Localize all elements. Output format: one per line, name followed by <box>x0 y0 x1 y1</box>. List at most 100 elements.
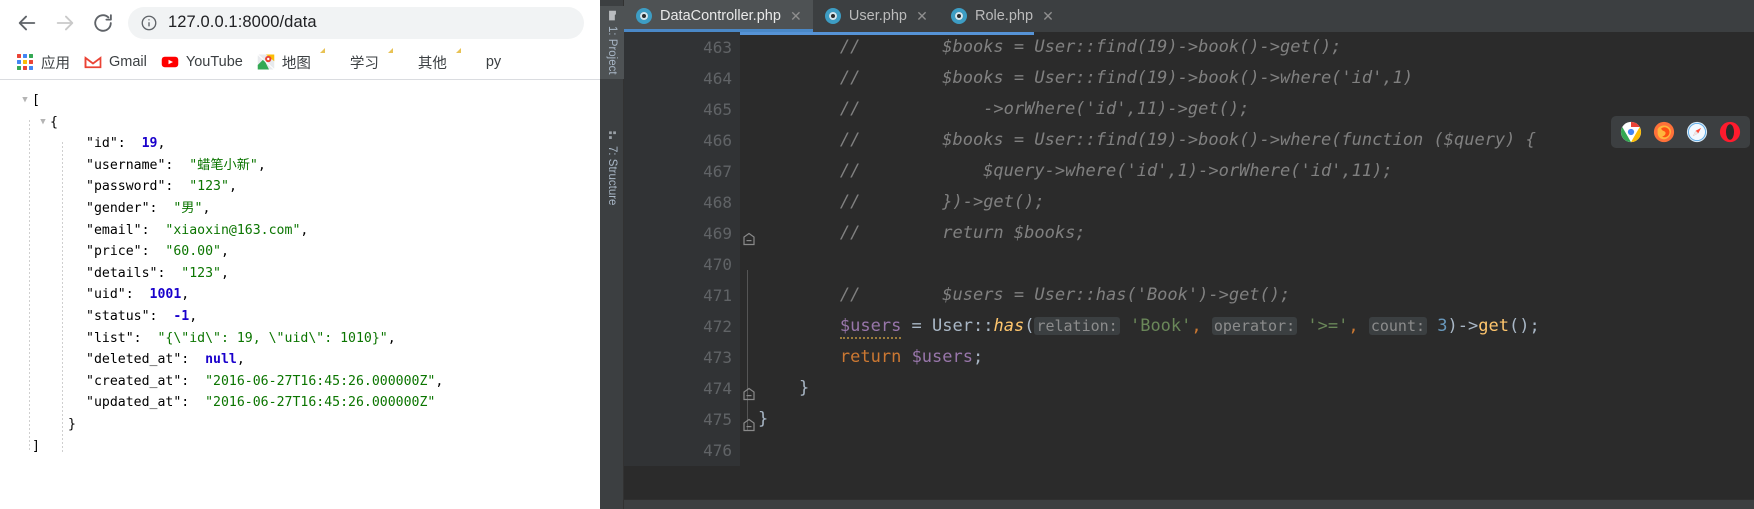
json-line-open-object: ▼ { <box>18 112 600 134</box>
json-separator: : <box>133 330 158 346</box>
code-line-text <box>740 249 1754 280</box>
safari-icon[interactable] <box>1686 121 1708 143</box>
tab-close-icon[interactable]: ✕ <box>789 9 803 23</box>
json-value: "{\"id\": 19, \"uid\": 1010}" <box>157 330 388 346</box>
firefox-icon[interactable] <box>1653 121 1675 143</box>
bookmark-label: py <box>485 54 502 70</box>
json-value: "蜡笔小新" <box>189 157 258 173</box>
collapse-caret-array[interactable]: ▼ <box>18 90 32 112</box>
code-line: 464 // $books = User::find(19)->book()->… <box>624 63 1754 94</box>
line-number[interactable]: 476 <box>624 435 740 466</box>
json-comma: , <box>202 200 211 216</box>
code-token: return <box>839 347 902 367</box>
address-bar[interactable]: 127.0.0.1:8000/data <box>128 6 584 39</box>
arrow-right-icon <box>54 12 76 34</box>
json-property-row: "password": "123", <box>18 176 600 198</box>
bookmark-label: 其他 <box>417 55 447 72</box>
tab-role-php[interactable]: Role.php ✕ <box>939 0 1065 32</box>
code-line-text: // $books = User::find(19)->book()->wher… <box>740 63 1754 94</box>
code-line: 473 return $users; <box>624 342 1754 373</box>
tab-close-icon[interactable]: ✕ <box>1041 9 1055 23</box>
chrome-icon[interactable] <box>1620 121 1642 143</box>
json-comma: , <box>435 373 444 389</box>
json-key: "deleted_at" <box>86 352 182 368</box>
tab-user-php[interactable]: User.php ✕ <box>813 0 939 32</box>
line-number[interactable]: 471 <box>624 280 740 311</box>
line-number[interactable]: 464 <box>624 63 740 94</box>
code-token: // <box>839 37 861 57</box>
json-comma: , <box>157 136 166 152</box>
code-fold-icon[interactable] <box>742 225 756 246</box>
json-property-row: "status": -1, <box>18 306 600 328</box>
collapse-caret-object[interactable]: ▼ <box>36 112 50 134</box>
json-separator: : <box>165 157 190 173</box>
bookmark-folder-other[interactable]: 其他 <box>389 49 457 76</box>
bookmark-folder-study[interactable]: 学习 <box>321 49 389 76</box>
json-value: "2016-06-27T16:45:26.000000Z" <box>205 373 436 389</box>
line-number[interactable]: 467 <box>624 156 740 187</box>
line-number[interactable]: 468 <box>624 187 740 218</box>
bookmark-maps[interactable]: 地图 <box>253 49 321 76</box>
json-bracket: [ <box>32 93 40 108</box>
code-fold-icon[interactable] <box>742 411 756 432</box>
code-line: 466 // $books = User::find(19)->book()->… <box>624 125 1754 156</box>
line-number[interactable]: 466 <box>624 125 740 156</box>
json-separator: : <box>149 200 174 216</box>
google-maps-icon <box>257 53 275 71</box>
json-comma: , <box>387 330 396 346</box>
indent-guide <box>29 120 30 450</box>
line-number[interactable]: 469 <box>624 218 755 249</box>
json-property-row: "details": "123", <box>18 263 600 285</box>
json-brace: } <box>68 416 76 432</box>
ide-editor-pane: DataController.php ✕ User.php ✕ Role.php… <box>624 0 1754 509</box>
line-number[interactable]: 470 <box>624 249 740 280</box>
json-value: "xiaoxin@163.com" <box>165 222 301 238</box>
bookmark-folder-py[interactable]: py <box>457 50 511 74</box>
code-token: '>=' <box>1307 316 1349 336</box>
code-line-text: // $users = User::has('Book')->get(); <box>740 280 1754 311</box>
opera-icon[interactable] <box>1719 121 1741 143</box>
json-property-row: "list": "{\"id\": 19, \"uid\": 1010}", <box>18 328 600 350</box>
code-editor[interactable]: 463 // $books = User::find(19)->book()->… <box>624 32 1754 509</box>
code-line-text: } <box>740 404 1754 435</box>
bookmarks-bar: 应用 Gmail YouTube 地图 学习 其他 py <box>0 45 600 79</box>
tab-close-icon[interactable]: ✕ <box>915 9 929 23</box>
forward-button[interactable] <box>46 4 84 42</box>
line-number[interactable]: 465 <box>624 94 740 125</box>
line-number[interactable]: 475 <box>624 404 755 435</box>
json-separator: : <box>117 136 142 152</box>
bookmark-apps[interactable]: 应用 <box>12 49 80 76</box>
code-token: , <box>1348 316 1369 336</box>
code-token: )-> <box>1447 316 1479 336</box>
tab-label: Role.php <box>974 8 1034 24</box>
tab-datacontroller-php[interactable]: DataController.php ✕ <box>624 0 813 32</box>
tool-window-project[interactable]: 1: Project <box>600 6 624 79</box>
line-number[interactable]: 474 <box>624 373 755 404</box>
code-token: } <box>758 378 810 398</box>
folder-icon <box>461 53 479 71</box>
code-lines: 463 // $books = User::find(19)->book()->… <box>624 32 1754 466</box>
code-fold-icon[interactable] <box>742 380 756 401</box>
bookmark-gmail[interactable]: Gmail <box>80 50 157 74</box>
line-number[interactable]: 472 <box>624 311 740 342</box>
bookmark-youtube[interactable]: YouTube <box>157 50 253 74</box>
php-file-icon <box>636 8 652 24</box>
folder-icon <box>393 53 411 71</box>
json-value: "2016-06-27T16:45:26.000000Z" <box>205 395 436 411</box>
line-number[interactable]: 463 <box>624 32 740 63</box>
info-circle-icon[interactable] <box>140 14 158 32</box>
code-token: has <box>993 316 1025 336</box>
json-comma: , <box>228 179 237 195</box>
code-token: // <box>839 192 861 212</box>
back-button[interactable] <box>8 4 46 42</box>
json-key: "email" <box>86 222 142 238</box>
line-number[interactable]: 473 <box>624 342 740 373</box>
reload-button[interactable] <box>84 4 122 42</box>
json-property-row: "price": "60.00", <box>18 241 600 263</box>
tool-window-structure[interactable]: 7: Structure <box>600 126 624 209</box>
